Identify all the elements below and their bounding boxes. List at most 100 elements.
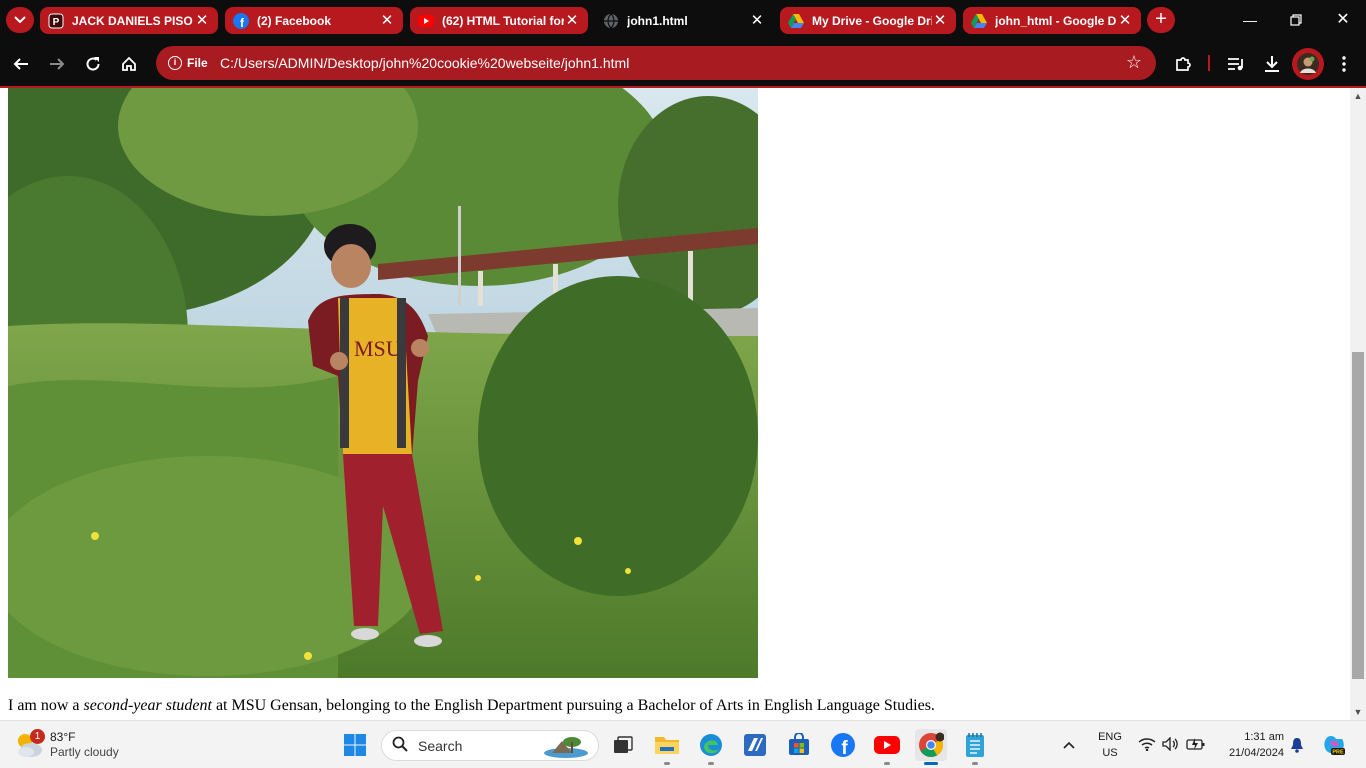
- tab-facebook[interactable]: f (2) Facebook ✕: [225, 7, 403, 34]
- copilot-icon[interactable]: PRE: [1322, 733, 1346, 762]
- clock[interactable]: 1:31 am 21/04/2024: [1214, 729, 1284, 761]
- back-button[interactable]: [8, 51, 34, 77]
- svg-text:P: P: [53, 17, 60, 28]
- start-button[interactable]: [339, 729, 371, 761]
- active-indicator: [924, 762, 938, 765]
- windows-icon: [344, 734, 366, 756]
- facebook-icon: f: [831, 733, 855, 758]
- tab-john1[interactable]: john1.html ✕: [595, 7, 773, 34]
- extensions-icon[interactable]: [1170, 51, 1196, 77]
- taskbar-edge[interactable]: [695, 729, 727, 765]
- show-hidden-icons-chevron[interactable]: [1062, 737, 1076, 755]
- youtube-icon: [418, 13, 434, 29]
- toolbar-divider: [1208, 55, 1210, 71]
- edge-icon: [700, 734, 722, 756]
- tab-my-drive[interactable]: My Drive - Google Drive ✕: [780, 7, 956, 34]
- minimize-button[interactable]: —: [1238, 8, 1262, 32]
- language-indicator[interactable]: ENG US: [1094, 729, 1126, 761]
- tab-title: JACK DANIELS PISO WIFI: [72, 13, 194, 28]
- home-button[interactable]: [116, 51, 142, 77]
- weather-widget[interactable]: 1 83°F Partly cloudy: [14, 727, 119, 763]
- reload-button[interactable]: [80, 51, 106, 77]
- forward-button[interactable]: [44, 51, 70, 77]
- site-info-chip[interactable]: i File: [164, 52, 214, 74]
- scroll-down-arrow[interactable]: ▼: [1350, 704, 1366, 720]
- facebook-icon: f: [233, 12, 249, 29]
- weather-temp: 83°F: [50, 730, 76, 744]
- windows-taskbar: 1 83°F Partly cloudy Search f ENG US 1:3…: [0, 720, 1366, 768]
- bio-prefix: I am now a: [8, 697, 84, 714]
- taskbar-facebook[interactable]: f: [827, 729, 859, 761]
- clock-date: 21/04/2024: [1228, 747, 1284, 759]
- new-tab-button[interactable]: +: [1147, 7, 1175, 33]
- task-view-icon: [614, 736, 633, 753]
- download-icon[interactable]: [1259, 51, 1285, 77]
- url-text[interactable]: C:/Users/ADMIN/Desktop/john%20cookie%20w…: [220, 55, 629, 71]
- folder-icon: [655, 737, 679, 754]
- taskbar-search[interactable]: Search: [381, 730, 599, 761]
- tab-youtube[interactable]: (62) HTML Tutorial for Beginners ✕: [410, 7, 588, 34]
- task-view-button[interactable]: [607, 729, 639, 761]
- bio-emphasis: second-year student: [83, 697, 212, 714]
- wifi-icon[interactable]: [1138, 737, 1156, 756]
- weather-badge: 1: [30, 729, 45, 744]
- taskbar-microsoft-store[interactable]: [783, 729, 815, 761]
- close-tab-icon[interactable]: ✕: [379, 13, 395, 29]
- page-scrollbar[interactable]: ▲ ▼: [1350, 88, 1366, 720]
- student-photo: MSU: [8, 88, 758, 678]
- search-placeholder: Search: [418, 737, 463, 754]
- region-code: US: [1102, 747, 1118, 759]
- bio-paragraph: I am now a second-year student at MSU Ge…: [8, 697, 935, 715]
- tab-search-button[interactable]: [6, 7, 34, 33]
- notepad-icon: [966, 733, 984, 757]
- running-indicator: [708, 762, 714, 765]
- close-tab-icon[interactable]: ✕: [564, 13, 580, 29]
- info-icon: i: [168, 56, 182, 70]
- weather-condition: Partly cloudy: [50, 745, 119, 759]
- running-indicator: [972, 762, 978, 765]
- close-tab-icon[interactable]: ✕: [194, 13, 210, 29]
- tab-title: (62) HTML Tutorial for Beginners: [442, 13, 564, 28]
- bio-suffix: at MSU Gensan, belonging to the English …: [211, 697, 935, 714]
- scroll-up-arrow[interactable]: ▲: [1350, 88, 1366, 104]
- taskbar-file-explorer[interactable]: [651, 729, 683, 765]
- running-indicator: [884, 762, 890, 765]
- media-control-icon[interactable]: [1223, 51, 1249, 77]
- battery-icon[interactable]: [1186, 737, 1206, 756]
- profile-avatar[interactable]: [1292, 48, 1324, 80]
- taskbar-chrome[interactable]: [915, 729, 947, 765]
- taskbar-notepad[interactable]: [959, 729, 991, 765]
- close-tab-icon[interactable]: ✕: [1117, 13, 1133, 29]
- scrollbar-thumb[interactable]: [1352, 352, 1364, 679]
- close-window-button[interactable]: ✕: [1331, 8, 1355, 32]
- youtube-icon: [874, 736, 900, 754]
- browser-menu-icon[interactable]: [1331, 51, 1357, 77]
- volume-icon[interactable]: [1162, 736, 1180, 756]
- browser-toolbar: i File C:/Users/ADMIN/Desktop/john%20coo…: [0, 41, 1366, 86]
- language-code: ENG: [1098, 731, 1122, 743]
- bookmark-star-icon[interactable]: ☆: [1126, 52, 1142, 73]
- svg-text:PRE: PRE: [1332, 750, 1344, 756]
- drive-icon: [971, 13, 987, 29]
- tab-jack-daniels[interactable]: P JACK DANIELS PISO WIFI ✕: [40, 7, 218, 34]
- restore-button[interactable]: [1284, 8, 1308, 32]
- chevron-down-icon: [14, 11, 26, 29]
- taskbar-power-automate[interactable]: [739, 729, 771, 761]
- taskbar-youtube[interactable]: [871, 729, 903, 765]
- search-highlight-icon: [542, 733, 590, 762]
- running-indicator: [664, 762, 670, 765]
- close-tab-icon[interactable]: ✕: [932, 13, 948, 29]
- partly-cloudy-icon: 1: [14, 729, 45, 759]
- avatar-icon: [1297, 53, 1319, 75]
- close-tab-icon[interactable]: ✕: [749, 13, 765, 29]
- piso-icon: P: [48, 13, 64, 29]
- tab-title: My Drive - Google Drive: [812, 13, 932, 28]
- tab-title: john1.html: [627, 13, 688, 28]
- scheme-label: File: [187, 56, 208, 70]
- address-bar[interactable]: i File C:/Users/ADMIN/Desktop/john%20coo…: [156, 46, 1156, 80]
- notification-bell-icon[interactable]: [1290, 737, 1304, 758]
- tab-strip: P JACK DANIELS PISO WIFI ✕ f (2) Faceboo…: [0, 0, 1366, 41]
- chrome-icon: [919, 732, 944, 758]
- tab-john-html-drive[interactable]: john_html - Google Drive ✕: [963, 7, 1141, 34]
- globe-icon: [603, 13, 619, 29]
